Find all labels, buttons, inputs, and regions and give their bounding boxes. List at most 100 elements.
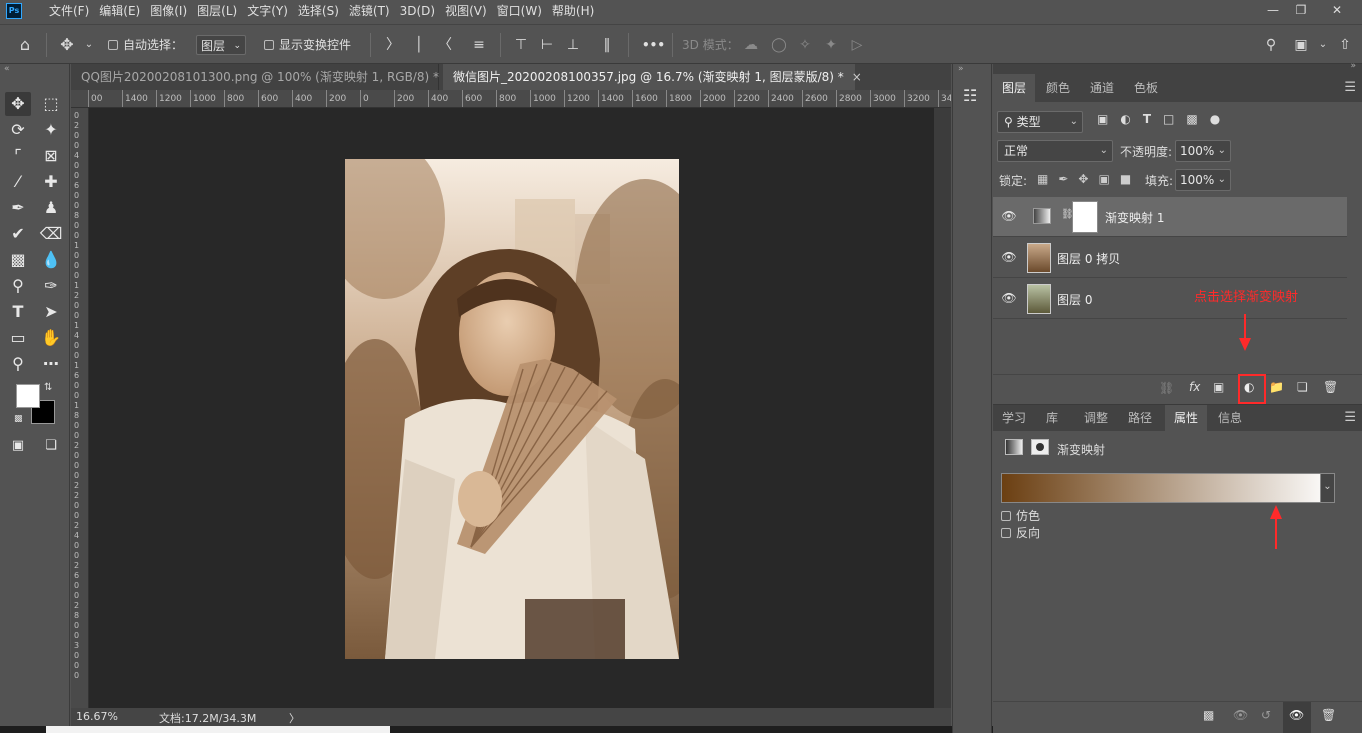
gradient-tool-icon[interactable]: ▩	[5, 248, 31, 272]
crop-tool-icon[interactable]: ⌜	[5, 144, 31, 168]
screen-mode-icon[interactable]: ❏	[38, 434, 64, 458]
menu-image[interactable]: 图像(I)	[145, 0, 192, 22]
align-hcenter-icon[interactable]: │	[410, 35, 428, 55]
shape-filter-icon[interactable]: □	[1163, 112, 1174, 126]
adjustment-filter-icon[interactable]: ◐	[1120, 112, 1130, 126]
visibility-eye-icon[interactable]: 👁	[1001, 209, 1017, 223]
rectangle-tool-icon[interactable]: ▭	[5, 326, 31, 350]
align-right-icon[interactable]: 〈	[436, 35, 454, 55]
tab-layers[interactable]: 图层	[993, 74, 1036, 102]
collapse-panels-icon[interactable]: »	[1350, 61, 1356, 71]
tab-channels[interactable]: 通道	[1081, 74, 1123, 102]
opacity-input[interactable]: 100% ⌄	[1175, 140, 1231, 162]
history-brush-tool-icon[interactable]: ✔	[5, 222, 31, 246]
eraser-tool-icon[interactable]: ⌫	[38, 222, 64, 246]
lasso-tool-icon[interactable]: ⟳	[5, 118, 31, 142]
lock-artboard-icon[interactable]: ▣	[1098, 172, 1109, 186]
gradient-picker[interactable]: ⌄	[1001, 473, 1335, 503]
align-top-icon[interactable]: ⊤	[512, 35, 530, 55]
tab-color[interactable]: 颜色	[1037, 74, 1079, 102]
reverse-checkbox[interactable]: 反向	[1001, 524, 1040, 541]
link-chain-icon[interactable]: ⛓	[1061, 209, 1074, 220]
tab-learn[interactable]: 学习	[993, 405, 1035, 431]
lock-all-icon[interactable]: ■	[1120, 172, 1131, 186]
view-previous-state-icon[interactable]: 👁	[1233, 708, 1248, 722]
workspace-icon[interactable]: ▣	[1292, 35, 1310, 55]
magic-wand-tool-icon[interactable]: ✦	[38, 118, 64, 142]
more-options-button[interactable]: •••	[642, 35, 665, 55]
gradient-dropdown-icon[interactable]: ⌄	[1320, 474, 1334, 502]
share-icon[interactable]: ⇧	[1336, 35, 1354, 55]
swap-colors-icon[interactable]: ⇅	[44, 382, 52, 393]
restore-icon[interactable]: ❐	[1286, 0, 1316, 22]
delete-layer-icon[interactable]: 🗑	[1323, 380, 1338, 394]
document-image[interactable]	[345, 159, 679, 659]
delete-adjustment-icon[interactable]: 🗑	[1321, 708, 1336, 722]
add-mask-icon[interactable]: ▣	[1213, 380, 1224, 394]
tab-libraries[interactable]: 库	[1037, 405, 1067, 431]
layer-row-layer0-copy[interactable]: 👁 图层 0 拷贝	[993, 238, 1347, 278]
visibility-eye-icon[interactable]: 👁	[1001, 291, 1017, 305]
close-icon[interactable]: ✕	[1322, 0, 1352, 22]
tab-paths[interactable]: 路径	[1119, 405, 1161, 431]
quick-mask-icon[interactable]: ▣	[5, 434, 31, 458]
vertical-scrollbar[interactable]	[934, 108, 951, 708]
link-layers-icon[interactable]: ⛓	[1159, 381, 1174, 395]
tab-wechat-image[interactable]: 微信图片_20200208100357.jpg @ 16.7% (渐变映射 1,…	[443, 64, 862, 90]
distribute-icon[interactable]: ≡	[470, 35, 488, 55]
distribute-vertical-icon[interactable]: ‖	[598, 35, 616, 55]
pen-tool-icon[interactable]: ✑	[38, 274, 64, 298]
path-selection-tool-icon[interactable]: ➤	[38, 300, 64, 324]
more-tools-icon[interactable]: ⋯	[38, 352, 64, 376]
panel-menu-icon[interactable]: ☰	[1344, 405, 1356, 431]
menu-filter[interactable]: 滤镜(T)	[344, 0, 395, 22]
menu-window[interactable]: 窗口(W)	[492, 0, 547, 22]
fx-icon[interactable]: fx	[1189, 380, 1200, 394]
menu-type[interactable]: 文字(Y)	[242, 0, 293, 22]
blend-mode-dropdown[interactable]: 正常 ⌄	[997, 140, 1113, 162]
default-colors-icon[interactable]: ▩	[14, 414, 23, 424]
tab-info[interactable]: 信息	[1209, 405, 1251, 431]
collapse-toolbar-icon[interactable]: «	[4, 64, 10, 74]
layer-mask-thumbnail[interactable]	[1072, 201, 1098, 233]
stamp-tool-icon[interactable]: ♟	[38, 196, 64, 220]
new-layer-icon[interactable]: ❏	[1297, 380, 1308, 394]
menu-layer[interactable]: 图层(L)	[192, 0, 242, 22]
menu-help[interactable]: 帮助(H)	[547, 0, 599, 22]
dodge-tool-icon[interactable]: ⚲	[5, 274, 31, 298]
lock-transparent-icon[interactable]: ▦	[1037, 172, 1048, 186]
align-left-icon[interactable]: 〉	[384, 35, 402, 55]
menu-select[interactable]: 选择(S)	[293, 0, 344, 22]
brush-tool-icon[interactable]: ✒	[5, 196, 31, 220]
menu-view[interactable]: 视图(V)	[440, 0, 492, 22]
tab-properties[interactable]: 属性	[1165, 405, 1208, 431]
zoom-tool-icon[interactable]: ⚲	[5, 352, 31, 376]
pixel-filter-icon[interactable]: ▣	[1097, 112, 1108, 126]
layer-filter-dropdown[interactable]: ⚲ 类型 ⌄	[997, 111, 1083, 133]
history-panel-icon[interactable]: ☷	[963, 86, 977, 105]
show-transform-checkbox[interactable]: 显示变换控件	[264, 35, 351, 55]
lock-position-icon[interactable]: ✥	[1078, 172, 1088, 186]
blur-tool-icon[interactable]: 💧	[38, 248, 64, 272]
marquee-tool-icon[interactable]: ⬚	[38, 92, 64, 116]
auto-select-target-dropdown[interactable]: 图层 ⌄	[196, 35, 246, 55]
tab-qq-image[interactable]: QQ图片20200208101300.png @ 100% (渐变映射 1, R…	[71, 64, 457, 90]
home-icon[interactable]: ⌂	[16, 35, 34, 55]
status-menu-arrow[interactable]: 〉	[289, 710, 300, 726]
menu-file[interactable]: 文件(F)	[44, 0, 94, 22]
frame-tool-icon[interactable]: ⊠	[38, 144, 64, 168]
panel-menu-icon[interactable]: ☰	[1344, 74, 1356, 102]
chevron-down-icon[interactable]: ⌄	[1314, 35, 1332, 55]
menu-edit[interactable]: 编辑(E)	[94, 0, 145, 22]
minimize-icon[interactable]: —	[1258, 0, 1288, 22]
new-group-icon[interactable]: 📁	[1269, 380, 1284, 394]
align-bottom-icon[interactable]: ⊥	[564, 35, 582, 55]
foreground-color-swatch[interactable]	[16, 384, 40, 408]
smart-object-filter-icon[interactable]: ▩	[1186, 112, 1197, 126]
auto-select-checkbox[interactable]: 自动选择：	[108, 35, 183, 55]
visibility-eye-icon[interactable]: 👁	[1289, 708, 1304, 722]
move-tool-icon[interactable]: ✥	[5, 92, 31, 116]
search-icon[interactable]: ⚲	[1262, 35, 1280, 55]
menu-3d[interactable]: 3D(D)	[395, 0, 440, 22]
filter-toggle-icon[interactable]: ●	[1210, 112, 1220, 126]
